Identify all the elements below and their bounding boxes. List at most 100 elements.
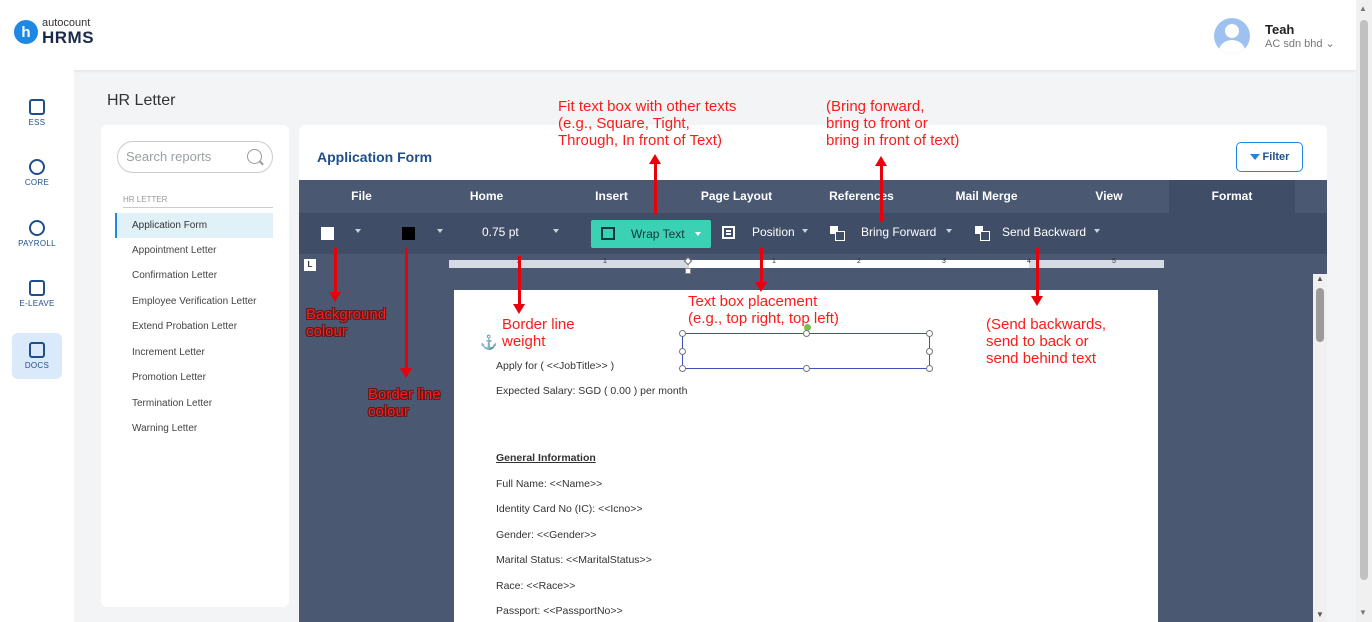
bring-forward-icon: [830, 226, 845, 241]
document-scrollbar[interactable]: ▲ ▼: [1313, 274, 1327, 622]
resize-handle[interactable]: [926, 365, 933, 372]
filter-button[interactable]: Filter: [1236, 142, 1303, 172]
report-item-warning-letter[interactable]: Warning Letter: [115, 416, 273, 441]
tab-references[interactable]: References: [799, 180, 924, 213]
border-colour-dropdown-icon[interactable]: [437, 229, 443, 233]
tab-format[interactable]: Format: [1169, 180, 1295, 213]
report-item-extend-probation-letter[interactable]: Extend Probation Letter: [115, 314, 273, 339]
annotation-line: send to back or: [986, 333, 1089, 350]
resize-handle[interactable]: [679, 348, 686, 355]
border-weight-select[interactable]: 0.75 pt: [482, 225, 519, 239]
chevron-down-icon: ⌄: [1325, 38, 1335, 50]
ruler-number: 1: [772, 258, 776, 265]
user-menu[interactable]: Teah AC sdn bhd ⌄: [1214, 18, 1335, 54]
annotation-line: send behind text: [986, 350, 1097, 367]
nav-core[interactable]: CORE: [12, 150, 62, 196]
doc-line-marital-status: Marital Status: <<MaritalStatus>>: [496, 554, 652, 566]
horizontal-ruler[interactable]: 2 1 1 2 3 4 5: [449, 256, 1164, 274]
page-scrollbar[interactable]: ▲ ▼: [1356, 0, 1372, 622]
tab-mail-merge[interactable]: Mail Merge: [924, 180, 1049, 213]
format-toolbar: 0.75 pt Wrap Text Position Bring Forward…: [299, 213, 1327, 254]
resize-handle[interactable]: [926, 348, 933, 355]
ess-icon: [29, 99, 45, 115]
position-icon: [722, 226, 735, 239]
annotation-line: Fit text box with other texts: [558, 98, 737, 115]
scroll-up-icon[interactable]: ▲: [1316, 274, 1324, 283]
doc-line-expected-salary: Expected Salary: SGD ( 0.00 ) per month: [496, 385, 688, 397]
annotation-arrow: [513, 256, 525, 314]
wrap-text-button[interactable]: Wrap Text: [591, 220, 711, 248]
annotation-line: colour: [368, 403, 409, 420]
report-item-increment-letter[interactable]: Increment Letter: [115, 340, 273, 365]
search-box[interactable]: [117, 141, 273, 173]
divider: [123, 207, 273, 208]
report-item-application-form[interactable]: Application Form: [115, 213, 273, 238]
document-scrollbar-thumb[interactable]: [1316, 288, 1324, 342]
main-panel: Application Form Filter File Home Insert…: [299, 125, 1327, 622]
resize-handle[interactable]: [803, 365, 810, 372]
tab-file[interactable]: File: [299, 180, 424, 213]
indent-marker-bottom[interactable]: [685, 268, 691, 274]
search-icon[interactable]: [247, 149, 262, 164]
user-company[interactable]: AC sdn bhd ⌄: [1265, 37, 1335, 50]
border-weight-dropdown-icon[interactable]: [553, 229, 559, 233]
annotation-arrow: [649, 154, 661, 214]
position-dropdown-icon[interactable]: [802, 229, 808, 233]
annotation-line: Border line: [502, 316, 575, 333]
resize-handle[interactable]: [926, 330, 933, 337]
bring-forward-button[interactable]: Bring Forward: [861, 225, 936, 239]
report-item-confirmation-letter[interactable]: Confirmation Letter: [115, 263, 273, 288]
nav-payroll[interactable]: PAYROLL: [12, 211, 62, 257]
scroll-down-icon[interactable]: ▼: [1359, 608, 1367, 617]
nav-eleave[interactable]: E-LEAVE: [12, 271, 62, 317]
ruler-number: 5: [1112, 258, 1116, 265]
dollar-icon: [29, 220, 45, 236]
annotation-line: bring in front of text): [826, 132, 960, 149]
nav-label: ESS: [28, 118, 46, 127]
annotation-send-backward: (Send backwards, send to back or send be…: [986, 316, 1106, 367]
nav-ess[interactable]: ESS: [12, 90, 62, 136]
page-scrollbar-thumb[interactable]: [1360, 20, 1368, 580]
resize-handle[interactable]: [679, 330, 686, 337]
logo-mark: h: [14, 20, 38, 44]
avatar[interactable]: [1214, 18, 1250, 54]
send-backward-dropdown-icon[interactable]: [1094, 229, 1100, 233]
nav-docs[interactable]: DOCS: [12, 333, 62, 379]
annotation-line: colour: [306, 323, 347, 340]
doc-line-passport: Passport: <<PassportNo>>: [496, 605, 623, 617]
annotation-arrow: [1031, 248, 1043, 306]
resize-handle[interactable]: [679, 365, 686, 372]
app-logo[interactable]: h autocount HRMS: [14, 18, 94, 46]
ruler-tab-selector[interactable]: L: [304, 259, 316, 271]
annotation-bring-forward: (Bring forward, bring to front or bring …: [826, 98, 959, 149]
tab-view[interactable]: View: [1049, 180, 1169, 213]
annotation-line: (e.g., top right, top left): [688, 310, 839, 327]
document-chart-icon: [29, 342, 45, 358]
nav-label: PAYROLL: [18, 239, 56, 248]
section-label: HR LETTER: [123, 195, 168, 204]
tab-page-layout[interactable]: Page Layout: [674, 180, 799, 213]
wrap-text-label: Wrap Text: [631, 227, 685, 241]
report-item-employee-verification-letter[interactable]: Employee Verification Letter: [115, 289, 273, 314]
text-box[interactable]: [679, 324, 933, 372]
nav-label: CORE: [24, 178, 50, 187]
annotation-line: Background: [306, 306, 387, 323]
scroll-down-icon[interactable]: ▼: [1316, 610, 1324, 619]
background-colour-swatch[interactable]: [321, 227, 334, 240]
scroll-up-icon[interactable]: ▲: [1359, 4, 1367, 13]
background-colour-dropdown-icon[interactable]: [355, 229, 361, 233]
send-backward-button[interactable]: Send Backward: [1002, 225, 1086, 239]
nav-label: DOCS: [24, 361, 50, 370]
doc-line-race: Race: <<Race>>: [496, 580, 576, 592]
left-nav: ESS CORE PAYROLL E-LEAVE DOCS: [0, 70, 74, 622]
bring-forward-dropdown-icon[interactable]: [946, 229, 952, 233]
resize-handle[interactable]: [803, 330, 810, 337]
report-item-appointment-letter[interactable]: Appointment Letter: [115, 238, 273, 263]
report-item-termination-letter[interactable]: Termination Letter: [115, 391, 273, 416]
report-item-promotion-letter[interactable]: Promotion Letter: [115, 365, 273, 390]
user-name: Teah: [1265, 22, 1295, 37]
position-button[interactable]: Position: [752, 225, 795, 239]
tab-home[interactable]: Home: [424, 180, 549, 213]
border-colour-swatch[interactable]: [402, 227, 415, 240]
search-input[interactable]: [126, 149, 236, 164]
